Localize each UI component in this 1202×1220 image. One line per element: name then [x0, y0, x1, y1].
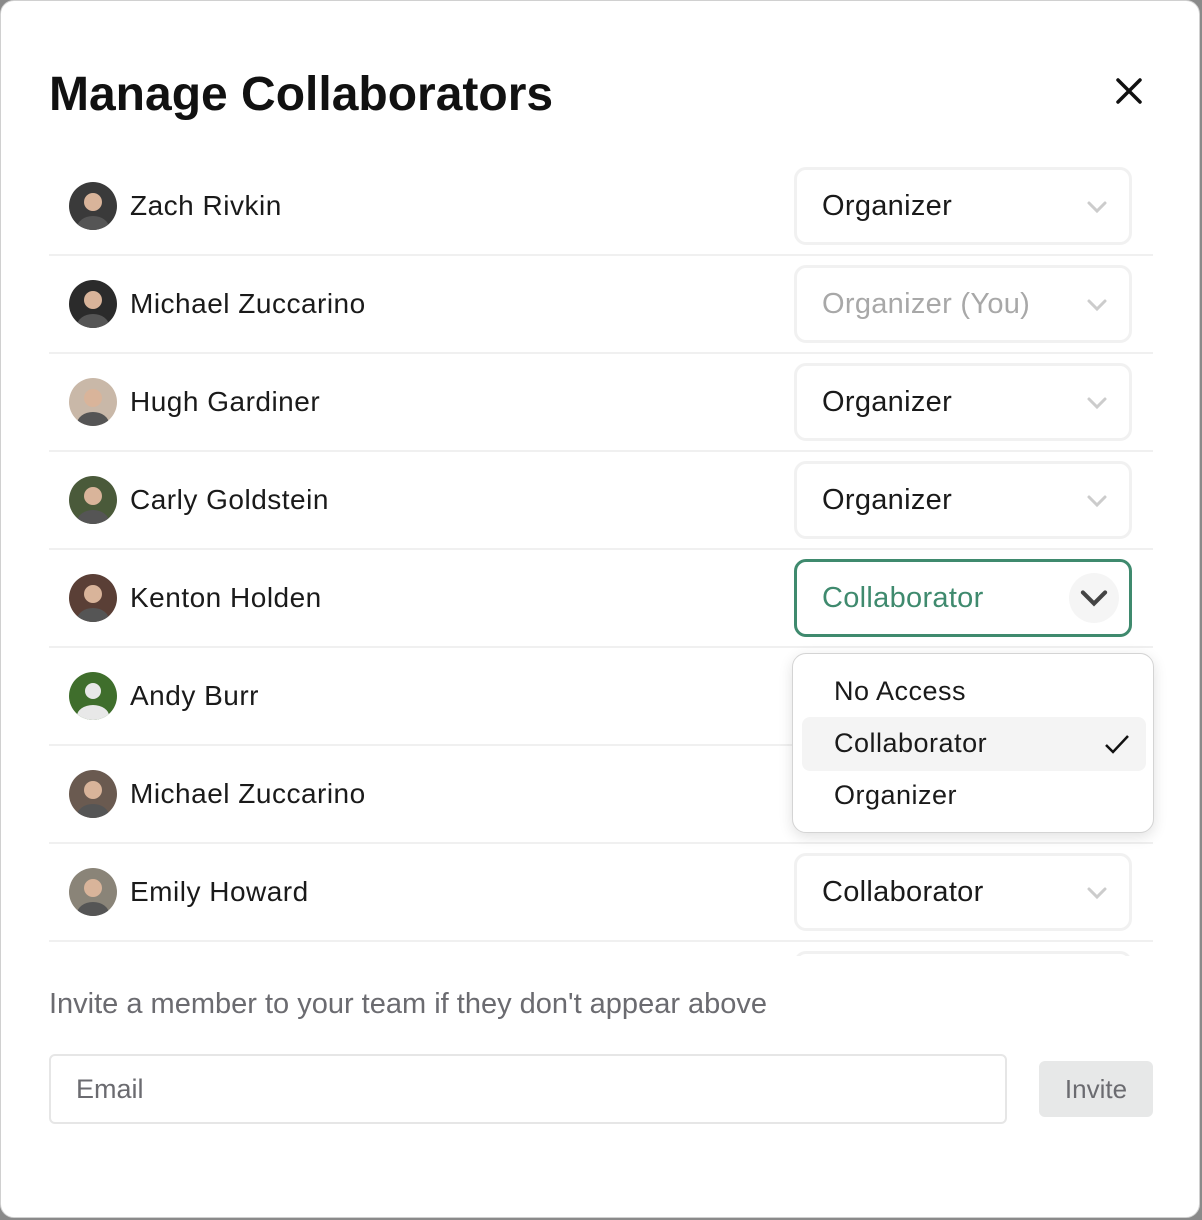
avatar: [69, 182, 117, 230]
collaborator-name: Michael Zuccarino: [130, 778, 366, 809]
role-select: Organizer (You): [794, 265, 1132, 343]
avatar: [69, 476, 117, 524]
option-no-access[interactable]: No Access: [802, 665, 1146, 719]
invite-button[interactable]: Invite: [1039, 1061, 1153, 1117]
check-icon: [1105, 735, 1129, 754]
avatar: [69, 378, 117, 426]
role-select[interactable]: [794, 951, 1132, 956]
role-select[interactable]: Organizer: [794, 167, 1132, 245]
collaborator-name: Hugh Gardiner: [130, 386, 321, 417]
role-dropdown-menu: No Access Collaborator Organizer: [792, 653, 1154, 833]
collaborator-name: Andy Burr: [130, 680, 259, 711]
collaborator-row: Carly Goldstein Organizer: [49, 452, 1153, 550]
option-organizer[interactable]: Organizer: [802, 769, 1146, 823]
role-select[interactable]: Collaborator: [794, 559, 1132, 637]
avatar: [69, 574, 117, 622]
chevron-down-icon: [1079, 287, 1115, 323]
collaborator-row: Hugh Gardiner Organizer: [49, 354, 1153, 452]
manage-collaborators-dialog: Manage Collaborators Zach Rivkin Organize…: [0, 0, 1200, 1218]
role-select[interactable]: Collaborator: [794, 853, 1132, 931]
avatar: [69, 868, 117, 916]
avatar: [69, 280, 117, 328]
role-select[interactable]: Organizer: [794, 461, 1132, 539]
chevron-down-icon: [1079, 189, 1115, 225]
avatar: [69, 672, 117, 720]
chevron-down-icon: [1079, 483, 1115, 519]
collaborator-row: Michael Zuccarino Organizer (You): [49, 256, 1153, 354]
collaborator-name: Carly Goldstein: [130, 484, 329, 515]
chevron-down-icon: [1079, 875, 1115, 911]
collaborator-name: Michael Zuccarino: [130, 288, 366, 319]
chevron-down-icon: [1069, 573, 1119, 623]
collaborator-name: Kenton Holden: [130, 582, 322, 613]
option-collaborator[interactable]: Collaborator: [802, 717, 1146, 771]
chevron-down-icon: [1079, 385, 1115, 421]
collaborator-row: [49, 942, 1153, 956]
close-icon[interactable]: [1109, 71, 1149, 111]
avatar: [69, 770, 117, 818]
collaborator-name: Zach Rivkin: [130, 190, 282, 221]
collaborator-row: Kenton Holden Collaborator: [49, 550, 1153, 648]
collaborator-row: Zach Rivkin Organizer: [49, 158, 1153, 256]
collaborator-list[interactable]: Zach Rivkin Organizer Michael Zuccarino Org…: [49, 158, 1153, 956]
invite-hint: Invite a member to your team if they don…: [49, 988, 768, 1020]
email-input[interactable]: [49, 1054, 1007, 1124]
dialog-title: Manage Collaborators: [49, 68, 554, 121]
collaborator-name: Emily Howard: [130, 876, 309, 907]
role-select[interactable]: Organizer: [794, 363, 1132, 441]
collaborator-row: Emily Howard Collaborator: [49, 844, 1153, 942]
